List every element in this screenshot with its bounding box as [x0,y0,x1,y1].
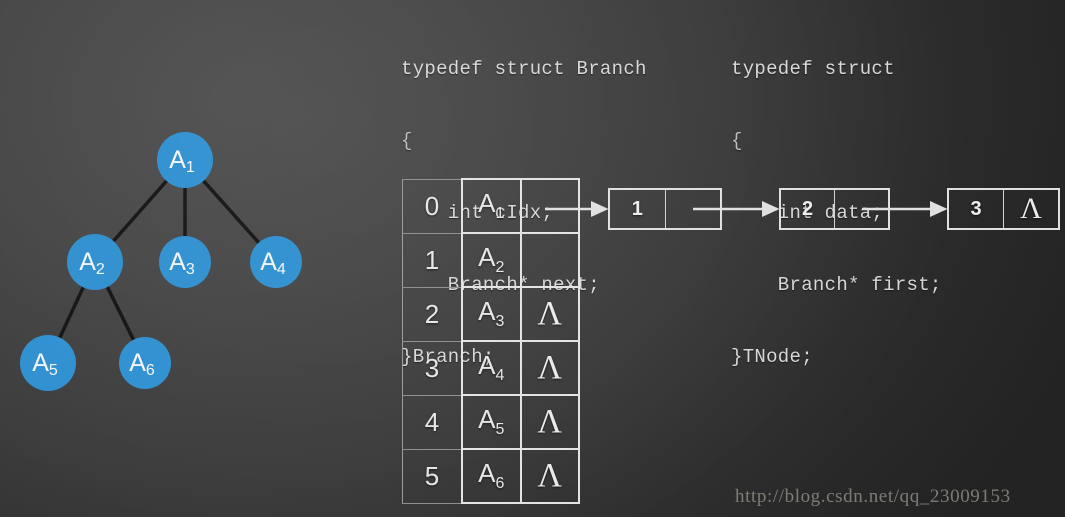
table-cell-next-pointer: Λ [520,394,580,450]
table-cell-data-subscript: 3 [495,313,505,331]
tree-node-a2[interactable]: A2 [67,234,123,290]
linked-list-node-next: Λ [1004,190,1058,228]
table-cell-index: 4 [401,394,463,450]
table-cell-data-subscript: 4 [495,367,505,385]
null-pointer-icon: Λ [537,457,563,494]
code-line: typedef struct Branch [401,58,647,80]
table-row[interactable]: 2 A3 Λ [401,286,580,342]
tree-node-a5[interactable]: A5 [20,335,76,391]
table-cell-data: A1 [460,178,522,234]
null-pointer-icon: Λ [537,403,563,440]
tree-edge [200,177,262,246]
null-pointer-icon: Λ [537,349,563,386]
table-cell-data-subscript: 5 [495,421,505,439]
code-line: }TNode; [731,346,813,368]
table-row[interactable]: 5 A6 Λ [401,448,580,504]
table-row[interactable]: 4 A5 Λ [401,394,580,450]
table-cell-index: 5 [401,448,463,504]
tree-edge [110,177,170,245]
table-cell-next-pointer: Λ [520,340,580,396]
tree-edge [57,283,86,342]
table-row[interactable]: 0 A1 [401,178,580,234]
linked-list-node-value: 3 [949,190,1004,228]
table-cell-data: A4 [460,340,522,396]
table-cell-data-subscript: 1 [495,205,505,223]
table-cell-next-pointer [520,232,580,288]
table-cell-index: 1 [401,232,463,288]
tree-node-group: A1 A2 A3 A4 A5 A6 [20,132,302,391]
tree-node-a6[interactable]: A6 [119,337,171,389]
table-cell-index: 0 [401,178,463,234]
linked-list-node[interactable]: 3Λ [947,188,1060,230]
table-cell-index: 3 [401,340,463,396]
code-line: typedef struct [731,58,895,80]
tree-node-a3[interactable]: A3 [159,236,211,288]
code-block-tnode-struct: typedef struct { int data; Branch* first… [731,9,942,417]
null-pointer-icon: Λ [1020,192,1042,225]
watermark-url: http://blog.csdn.net/qq_23009153 [735,486,1011,507]
table-row[interactable]: 1 A2 [401,232,580,288]
linked-list-node-next [666,190,721,228]
tree-node-a1[interactable]: A1 [157,132,213,188]
table-cell-next-pointer: Λ [520,448,580,504]
table-cell-data: A3 [460,286,522,342]
table-cell-next-pointer: Λ [520,286,580,342]
table-cell-next-pointer [520,178,580,234]
null-pointer-icon: Λ [537,295,563,332]
code-line: int data; [731,202,884,224]
table-cell-data: A5 [460,394,522,450]
diagram-canvas: typedef struct Branch { int cIdx; Branch… [0,0,1065,517]
table-cell-data: A6 [460,448,522,504]
tree-edge [104,283,137,344]
table-cell-data-subscript: 2 [495,259,505,277]
table-cell-data-subscript: 6 [495,475,505,493]
table-cell-index: 2 [401,286,463,342]
code-line: { [401,130,413,152]
tree-node-a4[interactable]: A4 [250,236,302,288]
table-row[interactable]: 3 A4 Λ [401,340,580,396]
table-cell-data: A2 [460,232,522,288]
tree-diagram: A1 A2 A3 A4 A5 A6 [20,132,302,391]
code-line: { [731,130,743,152]
node-index-table: 0 A1 1 A2 2 A3 Λ 3 A4 Λ 4 A5 Λ 5 A6 Λ [401,178,580,504]
code-line: Branch* first; [731,274,942,296]
